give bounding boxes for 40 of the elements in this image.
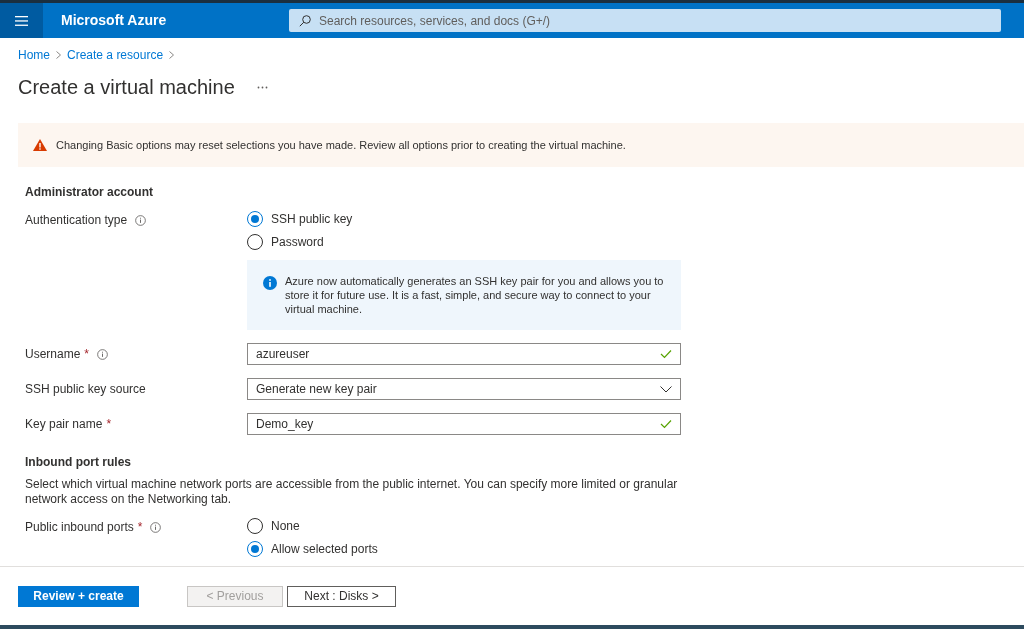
dropdown-value: Generate new key pair — [256, 381, 378, 398]
search-field[interactable]: Search resources, services, and docs (G+/) — [289, 9, 1001, 32]
nav-button[interactable]: Next : Disks > — [287, 585, 396, 607]
warning-text: Changing Basic options may reset selections you have made. Review all options prior to creating the virtual machine. — [56, 137, 626, 153]
search-icon — [299, 14, 311, 27]
more-icon[interactable] — [256, 85, 268, 89]
nav-button[interactable]: Review + create — [18, 585, 139, 607]
section-heading: Inbound port rules — [25, 454, 132, 471]
page-title: Create a virtual machine — [18, 75, 235, 100]
menu-icon — [15, 15, 28, 26]
required-asterisk: * — [106, 416, 112, 433]
chevron-right-icon — [169, 51, 175, 59]
dropdown[interactable]: Generate new key pair — [247, 378, 681, 400]
section-heading: Administrator account — [25, 184, 154, 201]
warning-icon — [33, 139, 47, 151]
field-label: Authentication type — [25, 212, 128, 229]
radio-label: Allow selected ports — [271, 541, 378, 558]
field-label: Public inbound ports — [25, 519, 134, 536]
chevron-down-icon — [660, 385, 672, 393]
field-value: Demo_key — [256, 416, 315, 433]
brand-name[interactable]: Microsoft Azure — [61, 10, 289, 31]
info-icon — [263, 276, 277, 290]
info-text: Azure now automatically generates an SSH key pair for you and allows you to store it for future use. It is a fast, simple, and secure way to connect to your virtual machine. — [285, 274, 665, 316]
required-asterisk: * — [84, 346, 90, 363]
search-placeholder: Search resources, services, and docs (G+/) — [319, 12, 551, 30]
menu-button[interactable] — [0, 3, 43, 38]
breadcrumb-link[interactable]: Home — [18, 46, 50, 64]
radio-label: Password — [271, 234, 324, 251]
field-label: SSH public key source — [25, 381, 146, 398]
required-asterisk: * — [137, 519, 143, 536]
field-label: Username — [25, 346, 81, 363]
chevron-right-icon — [56, 51, 61, 59]
field-label: Key pair name — [25, 416, 103, 433]
radio-label: None — [271, 518, 300, 535]
text-field[interactable]: azureuser — [247, 343, 681, 365]
radio-label: SSH public key — [271, 211, 353, 228]
text-field[interactable]: Demo_key — [247, 413, 681, 435]
section-description: Select which virtual machine network ports are accessible from the public internet. You can specify more limited or granular network access on the Networking tab. — [25, 477, 679, 507]
field-value: azureuser — [256, 346, 311, 363]
breadcrumb-link[interactable]: Create a resource — [67, 46, 164, 64]
